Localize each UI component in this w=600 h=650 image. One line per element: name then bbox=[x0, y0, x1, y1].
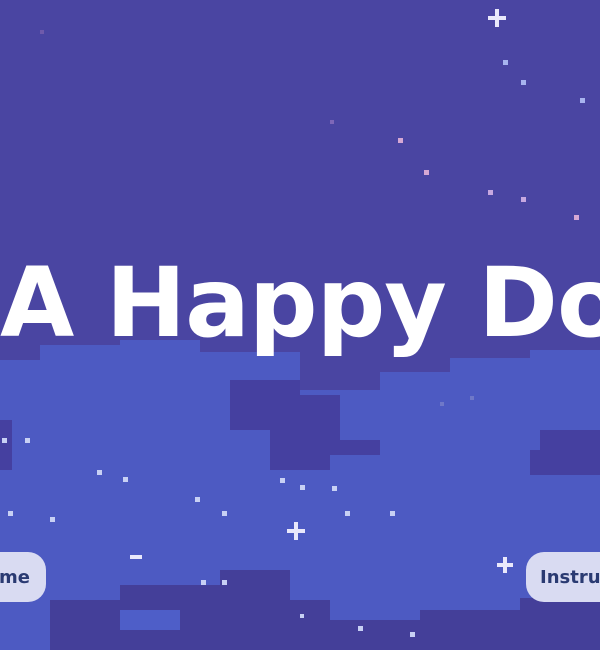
game-title: A Happy Dot bbox=[0, 247, 600, 359]
dot-star bbox=[40, 30, 44, 34]
cloud-shadow-2 bbox=[530, 430, 600, 475]
dot-star bbox=[300, 485, 305, 490]
dot-star bbox=[222, 511, 227, 516]
dot-star bbox=[222, 580, 227, 585]
dot-star bbox=[8, 511, 13, 516]
dot-star bbox=[398, 138, 403, 143]
dot-star bbox=[201, 580, 206, 585]
dot-star bbox=[470, 396, 474, 400]
dot-star bbox=[2, 438, 7, 443]
dot-star bbox=[521, 197, 526, 202]
dot-star bbox=[424, 170, 429, 175]
dot-star bbox=[390, 511, 395, 516]
dash-star bbox=[130, 555, 142, 559]
game-scene: A Happy Dot me Instruc bbox=[0, 0, 600, 650]
dot-star bbox=[503, 60, 508, 65]
dot-star bbox=[580, 98, 585, 103]
cloud-highlight bbox=[120, 610, 180, 630]
dot-star bbox=[25, 438, 30, 443]
dot-star bbox=[300, 614, 304, 618]
dot-star bbox=[358, 626, 363, 631]
dot-star bbox=[195, 497, 200, 502]
dot-star bbox=[280, 478, 285, 483]
dot-star bbox=[574, 215, 579, 220]
dot-star bbox=[440, 402, 444, 406]
dot-star bbox=[521, 80, 526, 85]
dot-star bbox=[50, 517, 55, 522]
instructions-button[interactable]: Instruc bbox=[526, 552, 600, 602]
dot-star bbox=[330, 120, 334, 124]
dot-star bbox=[410, 632, 415, 637]
dot-star bbox=[123, 477, 128, 482]
dot-star bbox=[97, 470, 102, 475]
dot-star bbox=[332, 486, 337, 491]
dot-star bbox=[345, 511, 350, 516]
cloud-shadow-3 bbox=[0, 420, 12, 470]
dot-star bbox=[488, 190, 493, 195]
menu-button-left[interactable]: me bbox=[0, 552, 46, 602]
